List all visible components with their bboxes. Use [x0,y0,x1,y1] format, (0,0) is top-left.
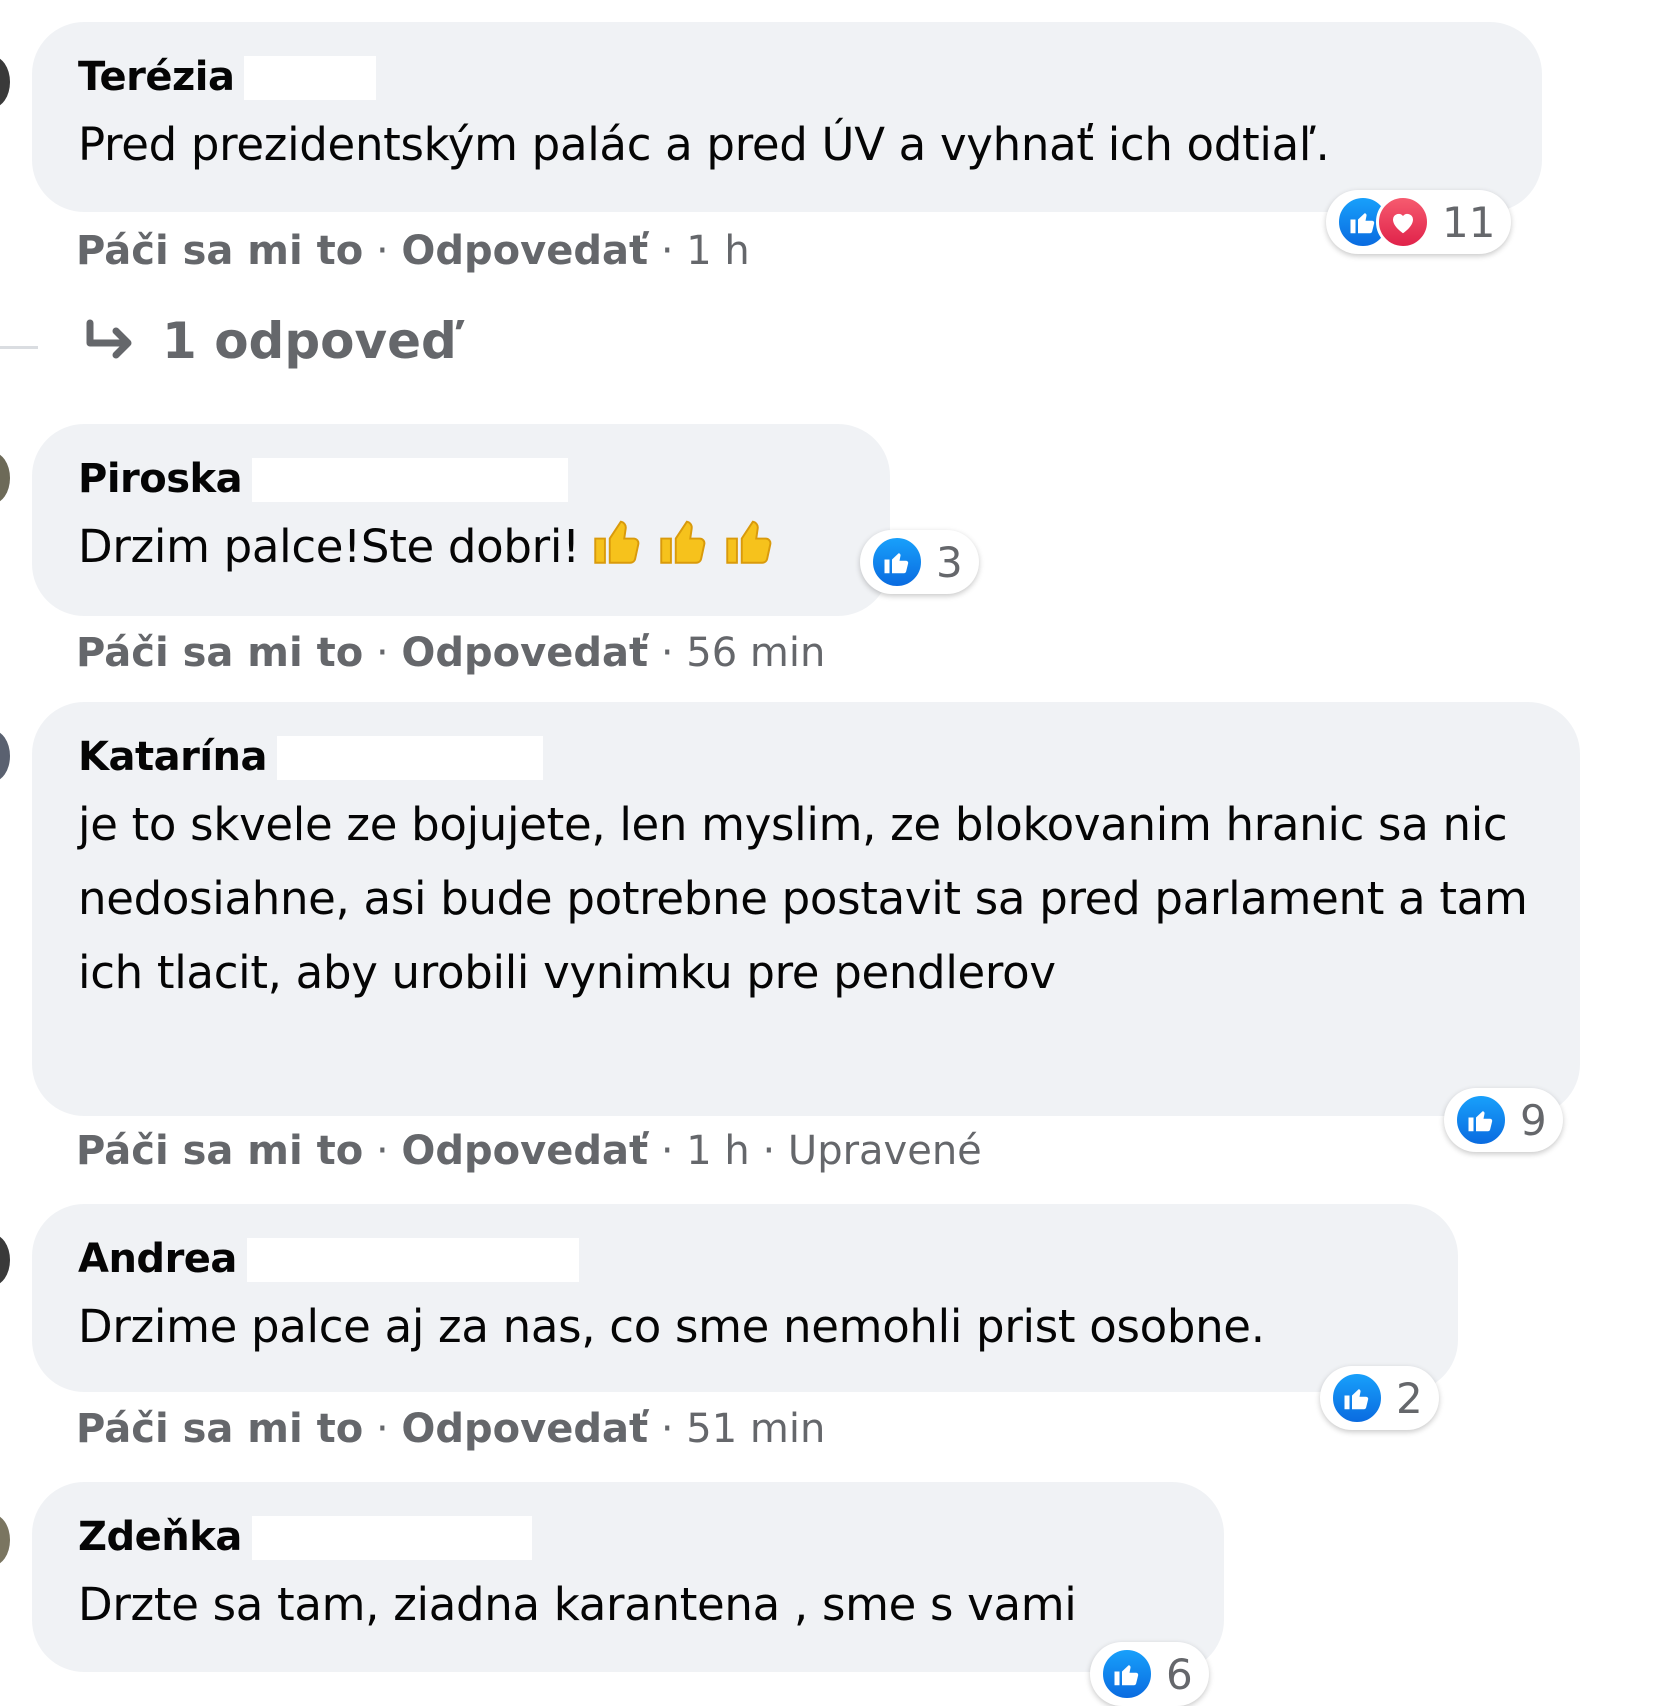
reaction-count: 11 [1442,197,1496,247]
separator: · [375,630,389,676]
thumbs-up-emoji-icon [594,520,640,564]
comment-text: je to skvele ze bojujete, len myslim, ze… [78,798,1528,999]
comment-text: Pred prezidentským palác a pred ÚV a vyh… [78,118,1330,171]
reaction-summary[interactable]: 3 [860,530,979,594]
reply-arrow-icon [86,319,132,359]
reaction-summary[interactable]: 9 [1444,1088,1563,1152]
separator: · [660,1406,674,1452]
separator: · [660,1128,674,1174]
redaction-box [246,1238,579,1282]
comment-actions: Páči sa mi to · Odpovedať · 1 h · Uprave… [76,1128,982,1174]
comment-text: Drzime palce aj za nas, co sme nemohli p… [78,1300,1265,1353]
comment-actions: Páči sa mi to · Odpovedať · 1 h [76,228,750,274]
reaction-count: 2 [1396,1373,1423,1423]
love-reaction-icon [1376,195,1430,249]
avatar[interactable] [0,1234,10,1286]
avatar[interactable] [0,730,10,782]
comment-text: Drzim palce!Ste dobri! [78,510,846,584]
comment-author[interactable]: Andrea [78,1234,237,1284]
redaction-box [244,56,377,100]
avatar[interactable] [0,56,10,108]
separator: · [660,228,674,274]
reaction-summary[interactable]: 11 [1326,190,1512,254]
view-replies-button[interactable]: 1 odpoveď [82,312,457,370]
timestamp[interactable]: 56 min [686,630,825,676]
like-button[interactable]: Páči sa mi to [76,228,363,274]
thumbs-up-emoji-icon [660,520,706,564]
comment-bubble: Andrea Drzime palce aj za nas, co sme ne… [32,1204,1458,1392]
comment-author[interactable]: Zdeňka [78,1512,242,1562]
separator: · [660,630,674,676]
avatar[interactable] [0,1514,10,1566]
edited-label[interactable]: Upravené [788,1128,982,1174]
comment-bubble: Terézia Pred prezidentským palác a pred … [32,22,1542,212]
comment-actions: Páči sa mi to · Odpovedať · 56 min [76,630,825,676]
like-reaction-icon [1100,1647,1154,1701]
comment-author[interactable]: Piroska [78,454,243,504]
like-button[interactable]: Páči sa mi to [76,1406,363,1452]
reaction-summary[interactable]: 6 [1090,1642,1209,1706]
thumbs-up-emoji-icon [726,520,772,564]
reaction-count: 9 [1520,1095,1547,1145]
reply-button[interactable]: Odpovedať [401,228,648,274]
like-reaction-icon [1454,1093,1508,1147]
comment-author[interactable]: Katarína [78,732,268,782]
redaction-box [277,736,544,780]
comment-actions: Páči sa mi to · Odpovedať · 51 min [76,1406,825,1452]
like-button[interactable]: Páči sa mi to [76,1128,363,1174]
avatar[interactable] [0,452,10,504]
comment-bubble: Piroska Drzim palce!Ste dobri! [32,424,890,616]
timestamp[interactable]: 1 h [686,1128,750,1174]
like-reaction-icon [870,535,924,589]
like-button[interactable]: Páči sa mi to [76,630,363,676]
reply-button[interactable]: Odpovedať [401,1406,648,1452]
redaction-box [252,458,569,502]
comment-author[interactable]: Terézia [78,52,235,102]
timestamp[interactable]: 1 h [686,228,750,274]
comment-bubble: Katarína je to skvele ze bojujete, len m… [32,702,1580,1116]
separator: · [375,1128,389,1174]
separator: · [375,228,389,274]
comment-text-content: Drzim palce!Ste dobri! [78,520,580,573]
reply-button[interactable]: Odpovedať [401,630,648,676]
comment-bubble: Zdeňka Drzte sa tam, ziadna karantena , … [32,1482,1224,1672]
reaction-summary[interactable]: 2 [1320,1366,1439,1430]
reply-button[interactable]: Odpovedať [401,1128,648,1174]
reaction-count: 3 [936,537,963,587]
timestamp[interactable]: 51 min [686,1406,825,1452]
like-reaction-icon [1330,1371,1384,1425]
replies-count-label: 1 odpoveď [162,312,457,370]
redaction-box [251,1516,532,1560]
separator: · [762,1128,776,1174]
reaction-count: 6 [1166,1649,1193,1699]
thread-line [0,346,38,349]
comment-text: Drzte sa tam, ziadna karantena , sme s v… [78,1578,1077,1631]
separator: · [375,1406,389,1452]
